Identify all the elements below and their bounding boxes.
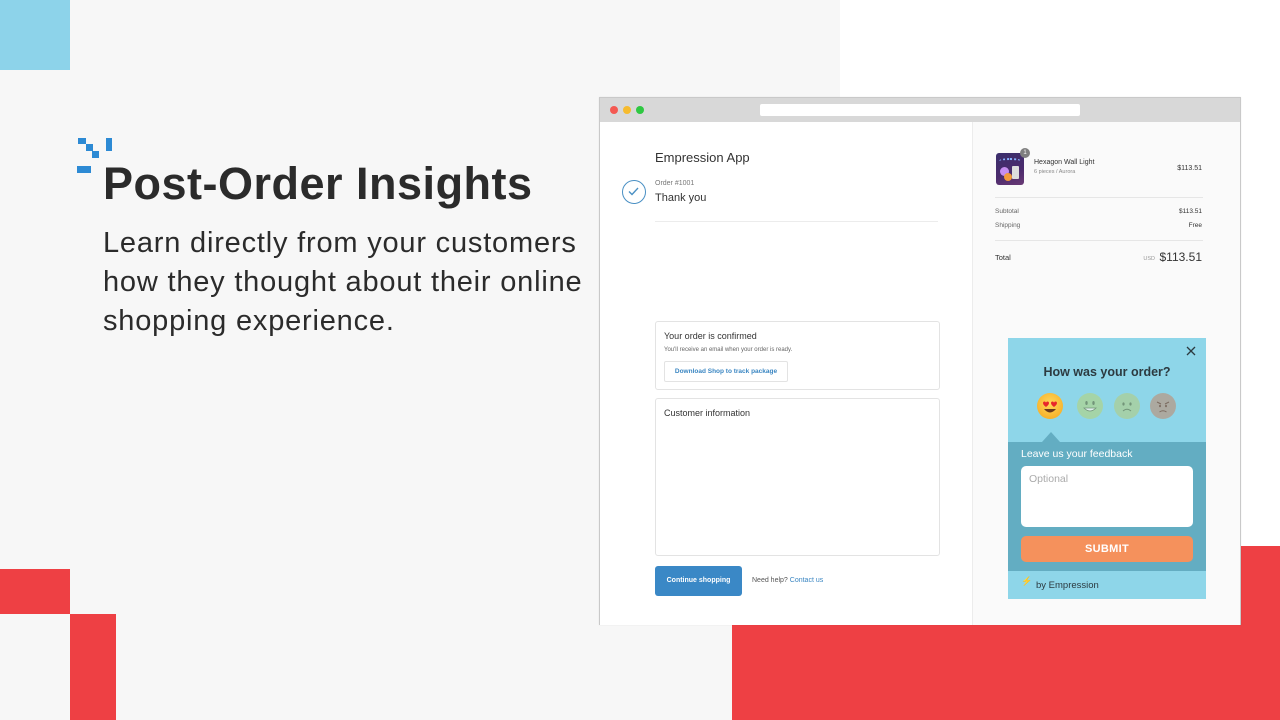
lightning-bolt-icon: ⚡: [1021, 576, 1033, 586]
product-price: $113.51: [1177, 165, 1202, 172]
feedback-section: Leave us your feedback SUBMIT: [1008, 442, 1206, 571]
selection-pointer: [1042, 432, 1060, 442]
contact-us-link[interactable]: Contact us: [790, 577, 823, 584]
checkout-main: Empression App Order #1001 Thank you You…: [600, 122, 972, 625]
close-icon[interactable]: [1184, 344, 1198, 358]
product-thumbnail: [996, 153, 1024, 185]
shipping-value: Free: [1188, 222, 1202, 229]
window-close-dot[interactable]: [610, 106, 618, 114]
card-title: Customer information: [664, 408, 751, 418]
subtotal-value: $113.51: [1178, 208, 1202, 215]
feedback-label: Leave us your feedback: [1021, 448, 1133, 460]
feedback-input[interactable]: [1021, 466, 1193, 527]
rating-question: How was your order?: [1043, 365, 1171, 379]
branding-text: by Empression: [1036, 580, 1099, 591]
subtotal-label: Subtotal: [995, 208, 1019, 215]
divider: [995, 197, 1203, 198]
card-title: Your order is confirmed: [664, 331, 757, 341]
total-value: $113.51: [1159, 250, 1203, 264]
store-name: Empression App: [655, 150, 750, 165]
divider: [655, 221, 938, 222]
decorative-block-blue: [0, 0, 70, 70]
feedback-widget: How was your order? Leave us your feedba…: [1008, 338, 1206, 599]
total-currency: USD: [1143, 256, 1155, 262]
browser-titlebar: [600, 98, 1240, 122]
address-bar[interactable]: [760, 104, 1080, 116]
divider: [995, 240, 1203, 241]
download-shop-button[interactable]: Download Shop to track package: [664, 361, 788, 382]
product-name: Hexagon Wall Light: [1034, 159, 1095, 166]
angry-emoji-icon[interactable]: [1150, 393, 1176, 419]
card-subtitle: You'll receive an email when your order …: [664, 347, 793, 353]
widget-footer: ⚡ by Empression: [1008, 571, 1206, 599]
order-number: Order #1001: [655, 180, 695, 187]
continue-shopping-button[interactable]: Continue shopping: [655, 566, 742, 596]
shipping-label: Shipping: [995, 222, 1021, 229]
window-maximize-dot[interactable]: [636, 106, 644, 114]
hero-description: Learn directly from your customers how t…: [103, 227, 583, 337]
thank-you-heading: Thank you: [655, 192, 707, 204]
heart-eyes-emoji-icon[interactable]: [1037, 393, 1063, 419]
submit-button[interactable]: SUBMIT: [1021, 536, 1193, 562]
help-label: Need help?: [752, 577, 788, 584]
total-label: Total: [995, 253, 1011, 262]
checkmark-icon: [622, 180, 646, 204]
window-minimize-dot[interactable]: [623, 106, 631, 114]
product-variant: 6 pieces / Aurora: [1034, 169, 1076, 175]
hero-title: Post-Order Insights: [103, 158, 533, 209]
help-text: Need help? Contact us: [752, 577, 823, 584]
order-confirmed-card: Your order is confirmed You'll receive a…: [655, 321, 940, 390]
decorative-block-red: [0, 569, 70, 614]
decorative-block-red: [70, 614, 116, 720]
customer-information-card: Customer information: [655, 398, 940, 556]
frowning-emoji-icon[interactable]: [1114, 393, 1140, 419]
quantity-badge: 1: [1020, 148, 1030, 158]
grinning-emoji-icon[interactable]: [1077, 393, 1103, 419]
